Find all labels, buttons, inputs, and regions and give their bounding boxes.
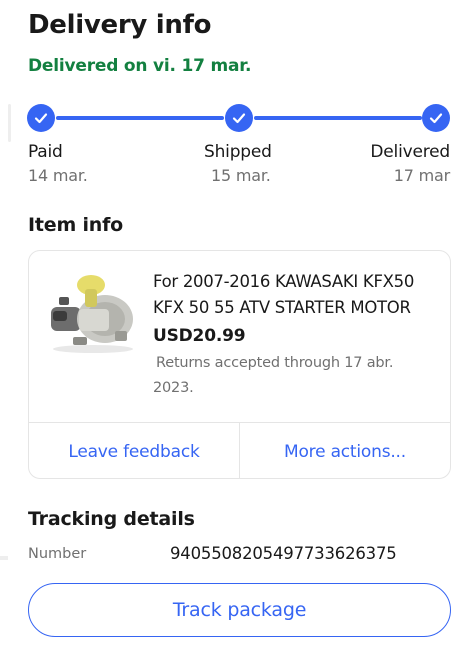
page-title: Delivery info [28,10,212,40]
step-label-shipped: Shipped [204,142,272,162]
item-actions: Leave feedback More actions... [29,422,450,478]
tracking-details-heading: Tracking details [28,508,195,530]
tracking-number-label: Number [28,546,87,562]
step-paid-check-icon [27,104,55,132]
progress-line-2 [254,116,422,120]
item-image[interactable] [45,269,137,357]
progress-line-1 [56,116,224,120]
step-label-delivered: Delivered [370,142,450,162]
more-actions-button[interactable]: More actions... [239,423,450,478]
item-info-heading: Item info [28,214,124,236]
leave-feedback-button[interactable]: Leave feedback [29,423,239,478]
step-date-shipped: 15 mar. [211,166,271,185]
track-package-button[interactable]: Track package [28,583,451,637]
step-label-paid: Paid [28,142,63,162]
step-delivered-check-icon [422,104,450,132]
step-shipped-check-icon [225,104,253,132]
delivered-status: Delivered on vi. 17 mar. [28,56,252,76]
returns-policy: Returns accepted through 17 abr. 2023. [153,355,394,396]
item-card: For 2007-2016 KAWASAKI KFX50 KFX 50 55 A… [28,250,451,479]
starter-motor-image [45,269,137,357]
tracking-number-value[interactable]: 9405508205497733626375 [170,544,397,563]
scroll-edge-indicator-2 [0,556,8,560]
step-date-delivered: 17 mar [393,166,450,185]
step-date-paid: 14 mar. [28,166,88,185]
item-title[interactable]: For 2007-2016 KAWASAKI KFX50 KFX 50 55 A… [153,269,443,321]
delivery-progress-tracker: Paid 14 mar. Shipped 15 mar. Delivered 1… [0,100,467,190]
item-price: USD20.99 [153,326,246,346]
